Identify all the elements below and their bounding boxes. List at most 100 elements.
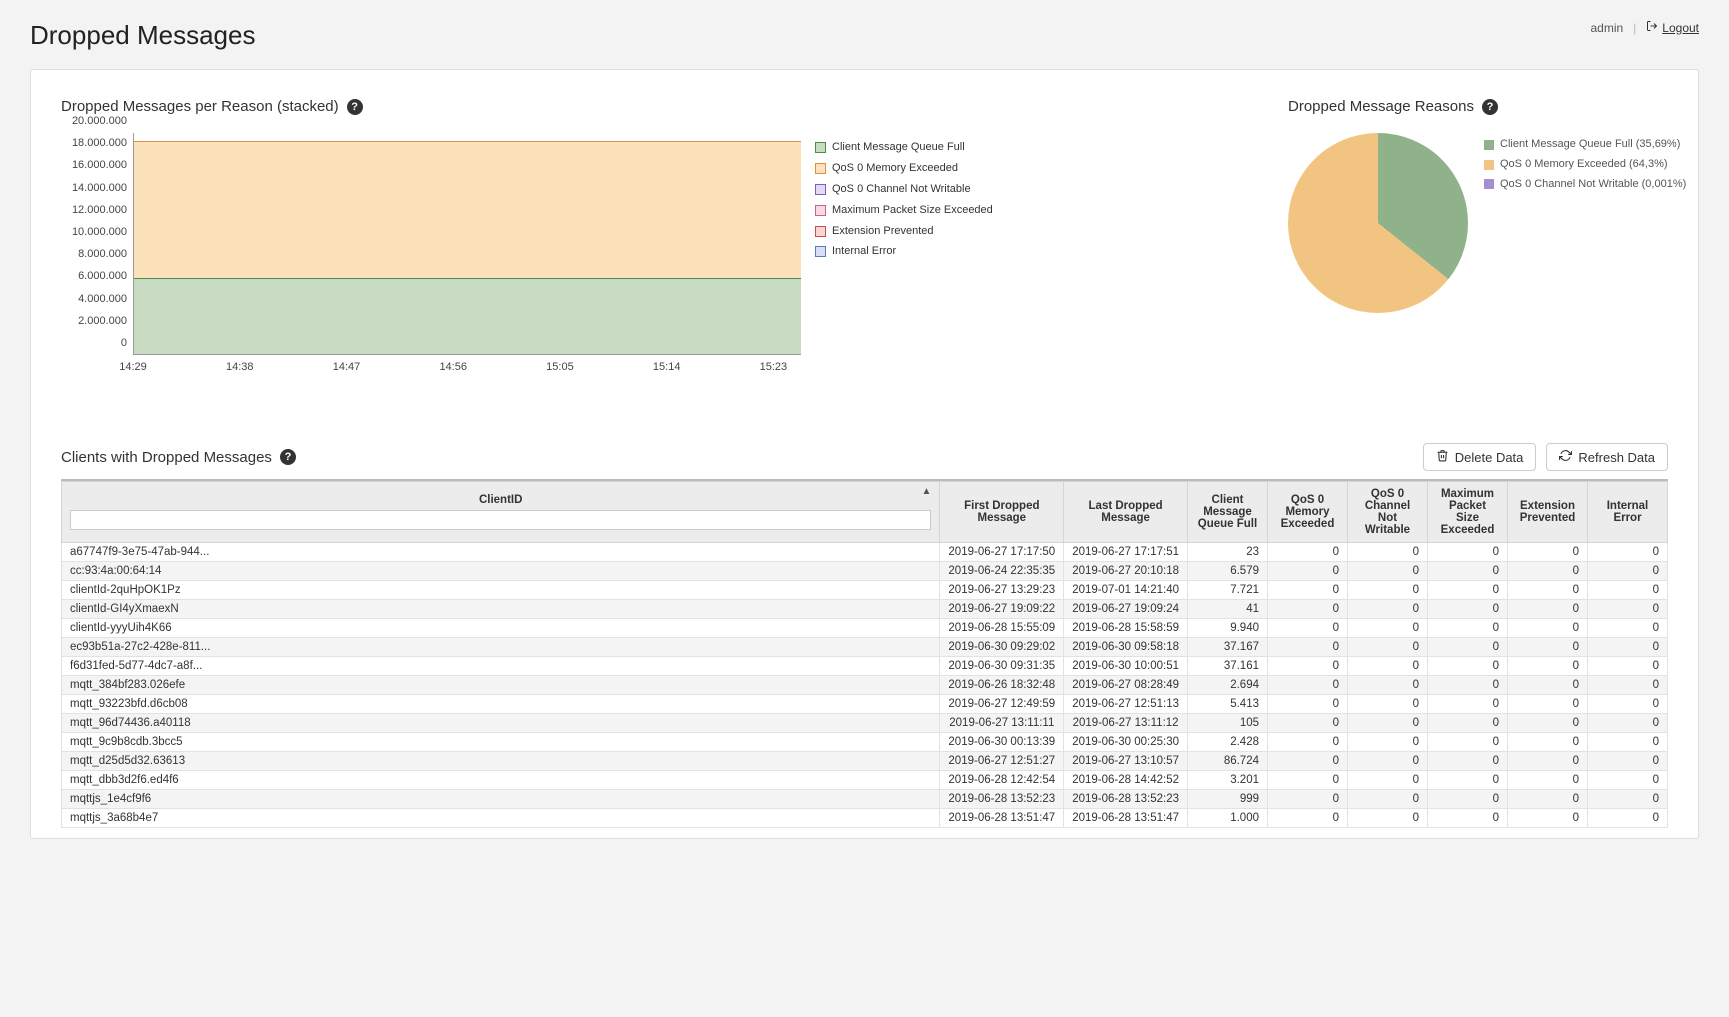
table-row[interactable]: mqttjs_3a68b4e72019-06-28 13:51:472019-0… — [62, 809, 1668, 828]
table-row[interactable]: f6d31fed-5d77-4dc7-a8f...2019-06-30 09:3… — [62, 657, 1668, 676]
cell-mem: 0 — [1268, 638, 1348, 657]
help-icon[interactable]: ? — [347, 99, 363, 115]
cell-ierr: 0 — [1588, 543, 1668, 562]
y-tick: 16.000.000 — [72, 159, 127, 171]
cell-first: 2019-06-27 12:49:59 — [940, 695, 1064, 714]
cell-chan: 0 — [1348, 809, 1428, 828]
cell-clientid: mqtt_384bf283.026efe — [62, 676, 940, 695]
swatch-icon — [1484, 140, 1494, 150]
table-row[interactable]: mqttjs_1e4cf9f62019-06-28 13:52:232019-0… — [62, 790, 1668, 809]
cell-queue: 6.579 — [1188, 562, 1268, 581]
x-tick: 14:47 — [333, 361, 361, 383]
cell-clientid: ec93b51a-27c2-428e-811... — [62, 638, 940, 657]
table-row[interactable]: mqtt_d25d5d32.636132019-06-27 12:51:2720… — [62, 752, 1668, 771]
table-row[interactable]: a67747f9-3e75-47ab-944...2019-06-27 17:1… — [62, 543, 1668, 562]
cell-pkt: 0 — [1428, 809, 1508, 828]
cell-ext: 0 — [1508, 771, 1588, 790]
col-label: QoS 0 Memory Exceeded — [1276, 494, 1339, 530]
cell-chan: 0 — [1348, 714, 1428, 733]
y-tick: 2.000.000 — [78, 315, 127, 327]
col-channel-not-writable[interactable]: QoS 0 Channel Not Writable — [1348, 482, 1428, 543]
legend-label: Client Message Queue Full — [832, 137, 965, 158]
cell-clientid: mqttjs_3a68b4e7 — [62, 809, 940, 828]
cell-mem: 0 — [1268, 790, 1348, 809]
col-internal-error[interactable]: Internal Error — [1588, 482, 1668, 543]
cell-last: 2019-06-27 12:51:13 — [1064, 695, 1188, 714]
cell-mem: 0 — [1268, 771, 1348, 790]
cell-pkt: 0 — [1428, 714, 1508, 733]
delete-data-button[interactable]: Delete Data — [1423, 443, 1537, 471]
cell-ierr: 0 — [1588, 695, 1668, 714]
legend-label: QoS 0 Channel Not Writable (0,001%) — [1500, 175, 1686, 195]
y-tick: 20.000.000 — [72, 115, 127, 127]
page-title: Dropped Messages — [30, 20, 255, 51]
table-row[interactable]: ec93b51a-27c2-428e-811...2019-06-30 09:2… — [62, 638, 1668, 657]
help-icon[interactable]: ? — [280, 449, 296, 465]
cell-ext: 0 — [1508, 657, 1588, 676]
table-row[interactable]: clientId-2quHpOK1Pz2019-06-27 13:29:2320… — [62, 581, 1668, 600]
cell-first: 2019-06-27 19:09:22 — [940, 600, 1064, 619]
cell-first: 2019-06-28 13:51:47 — [940, 809, 1064, 828]
cell-chan: 0 — [1348, 733, 1428, 752]
cell-ext: 0 — [1508, 581, 1588, 600]
clientid-filter-input[interactable] — [70, 510, 931, 530]
button-label: Refresh Data — [1578, 450, 1655, 465]
cell-queue: 37.167 — [1188, 638, 1268, 657]
cell-ierr: 0 — [1588, 809, 1668, 828]
cell-chan: 0 — [1348, 790, 1428, 809]
cell-queue: 23 — [1188, 543, 1268, 562]
cell-ext: 0 — [1508, 676, 1588, 695]
table-row[interactable]: mqtt_9c9b8cdb.3bcc52019-06-30 00:13:3920… — [62, 733, 1668, 752]
cell-last: 2019-06-27 19:09:24 — [1064, 600, 1188, 619]
help-icon[interactable]: ? — [1482, 99, 1498, 115]
cell-pkt: 0 — [1428, 676, 1508, 695]
table-row[interactable]: cc:93:4a:00:64:142019-06-24 22:35:352019… — [62, 562, 1668, 581]
x-tick: 14:38 — [226, 361, 254, 383]
col-packet-size-exceeded[interactable]: Maximum Packet Size Exceeded — [1428, 482, 1508, 543]
cell-chan: 0 — [1348, 771, 1428, 790]
col-first-dropped[interactable]: First Dropped Message — [940, 482, 1064, 543]
col-queue-full[interactable]: Client Message Queue Full — [1188, 482, 1268, 543]
refresh-data-button[interactable]: Refresh Data — [1546, 443, 1668, 471]
cell-chan: 0 — [1348, 638, 1428, 657]
cell-ext: 0 — [1508, 695, 1588, 714]
cell-ext: 0 — [1508, 600, 1588, 619]
table-row[interactable]: mqtt_dbb3d2f6.ed4f62019-06-28 12:42:5420… — [62, 771, 1668, 790]
clients-title: Clients with Dropped Messages — [61, 449, 272, 466]
cell-ierr: 0 — [1588, 676, 1668, 695]
col-clientid[interactable]: ▲ ClientID — [62, 482, 940, 543]
cell-last: 2019-07-01 14:21:40 — [1064, 581, 1188, 600]
table-row[interactable]: mqtt_96d74436.a401182019-06-27 13:11:112… — [62, 714, 1668, 733]
table-row[interactable]: clientId-GI4yXmaexN2019-06-27 19:09:2220… — [62, 600, 1668, 619]
area-series-memory-exceeded — [134, 141, 801, 278]
pie-chart — [1288, 133, 1468, 313]
col-memory-exceeded[interactable]: QoS 0 Memory Exceeded — [1268, 482, 1348, 543]
swatch-icon — [1484, 160, 1494, 170]
cell-ext: 0 — [1508, 752, 1588, 771]
y-tick: 8.000.000 — [78, 248, 127, 260]
separator: | — [1633, 21, 1636, 35]
legend-label: Client Message Queue Full (35,69%) — [1500, 135, 1680, 155]
col-label: ClientID — [479, 494, 522, 506]
col-extension-prevented[interactable]: Extension Prevented — [1508, 482, 1588, 543]
cell-first: 2019-06-30 00:13:39 — [940, 733, 1064, 752]
col-label: QoS 0 Channel Not Writable — [1356, 488, 1419, 536]
cell-clientid: mqtt_d25d5d32.63613 — [62, 752, 940, 771]
cell-queue: 9.940 — [1188, 619, 1268, 638]
cell-last: 2019-06-27 08:28:49 — [1064, 676, 1188, 695]
table-row[interactable]: clientId-yyyUih4K662019-06-28 15:55:0920… — [62, 619, 1668, 638]
cell-ierr: 0 — [1588, 562, 1668, 581]
logout-link[interactable]: Logout — [1646, 20, 1699, 35]
legend-label: QoS 0 Memory Exceeded — [832, 158, 958, 179]
y-tick: 6.000.000 — [78, 270, 127, 282]
cell-last: 2019-06-28 13:51:47 — [1064, 809, 1188, 828]
col-last-dropped[interactable]: Last Dropped Message — [1064, 482, 1188, 543]
table-row[interactable]: mqtt_384bf283.026efe2019-06-26 18:32:482… — [62, 676, 1668, 695]
swatch-icon — [815, 163, 826, 174]
cell-mem: 0 — [1268, 714, 1348, 733]
table-row[interactable]: mqtt_93223bfd.d6cb082019-06-27 12:49:592… — [62, 695, 1668, 714]
cell-queue: 37.161 — [1188, 657, 1268, 676]
swatch-icon — [815, 142, 826, 153]
cell-ierr: 0 — [1588, 619, 1668, 638]
cell-queue: 999 — [1188, 790, 1268, 809]
